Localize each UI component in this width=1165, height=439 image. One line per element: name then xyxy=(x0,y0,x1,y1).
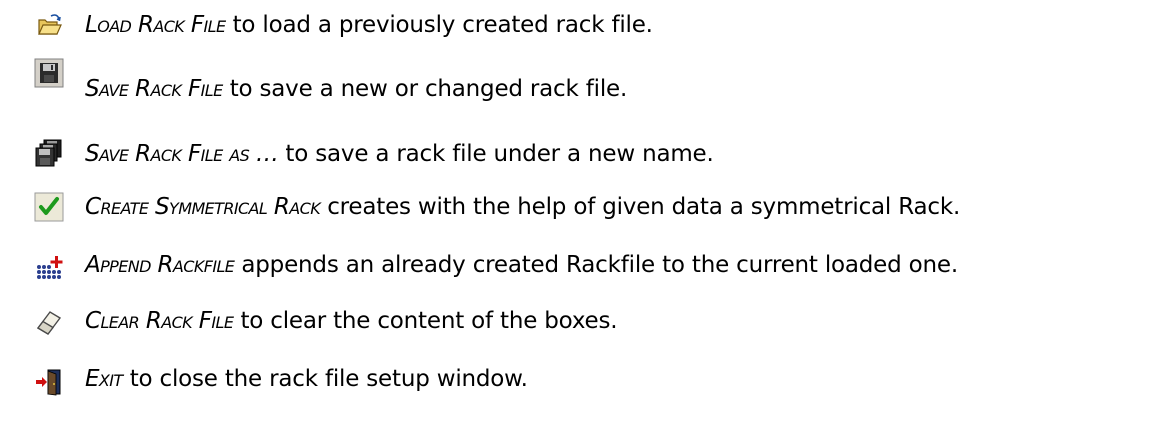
command-name: Save Rack File as … xyxy=(85,141,279,167)
checkmark-icon[interactable] xyxy=(34,192,64,222)
command-description: to clear the content of the boxes. xyxy=(233,308,618,334)
exit-door-icon[interactable] xyxy=(34,367,64,397)
command-description: to close the rack file setup window. xyxy=(122,366,528,392)
list-item-exit: Exit to close the rack file setup window… xyxy=(0,352,1165,396)
command-name: Exit xyxy=(85,366,123,392)
command-name: Create Symmetrical Rack xyxy=(85,194,321,220)
list-item-append-rackfile: Append Rackfile appends an already creat… xyxy=(0,238,1165,282)
command-name: Append Rackfile xyxy=(85,252,235,278)
command-description: creates with the help of given data a sy… xyxy=(320,194,961,220)
description-save-as: Save Rack File as … to save a rack file … xyxy=(85,139,714,169)
floppy-disk-icon[interactable] xyxy=(34,58,64,88)
description-save: Save Rack File to save a new or changed … xyxy=(85,74,627,104)
description-clear: Clear Rack File to clear the content of … xyxy=(85,306,618,336)
command-name: Load Rack File xyxy=(85,12,226,38)
list-item-clear-rack-file: Clear Rack File to clear the content of … xyxy=(0,294,1165,338)
description-create-symmetrical: Create Symmetrical Rack creates with the… xyxy=(85,192,960,222)
command-description: appends an already created Rackfile to t… xyxy=(234,252,958,278)
command-description: to save a new or changed rack file. xyxy=(222,76,628,102)
command-name: Clear Rack File xyxy=(85,308,234,334)
save-as-disks-icon[interactable] xyxy=(34,138,64,168)
open-folder-icon[interactable] xyxy=(34,10,64,40)
list-item-load-rack-file: Load Rack File to load a previously crea… xyxy=(0,4,1165,48)
description-append: Append Rackfile appends an already creat… xyxy=(85,250,958,280)
eraser-icon[interactable] xyxy=(34,306,64,336)
list-item-save-rack-file-as: Save Rack File as … to save a rack file … xyxy=(0,120,1165,167)
description-load: Load Rack File to load a previously crea… xyxy=(85,10,653,40)
command-description: to save a rack file under a new name. xyxy=(278,141,714,167)
list-item-create-symmetrical-rack: Create Symmetrical Rack creates with the… xyxy=(0,180,1165,224)
command-name: Save Rack File xyxy=(85,76,223,102)
command-description: to load a previously created rack file. xyxy=(225,12,653,38)
list-item-save-rack-file: Save Rack File to save a new or changed … xyxy=(0,58,1165,102)
description-exit: Exit to close the rack file setup window… xyxy=(85,364,528,394)
append-grid-icon[interactable] xyxy=(34,253,64,283)
